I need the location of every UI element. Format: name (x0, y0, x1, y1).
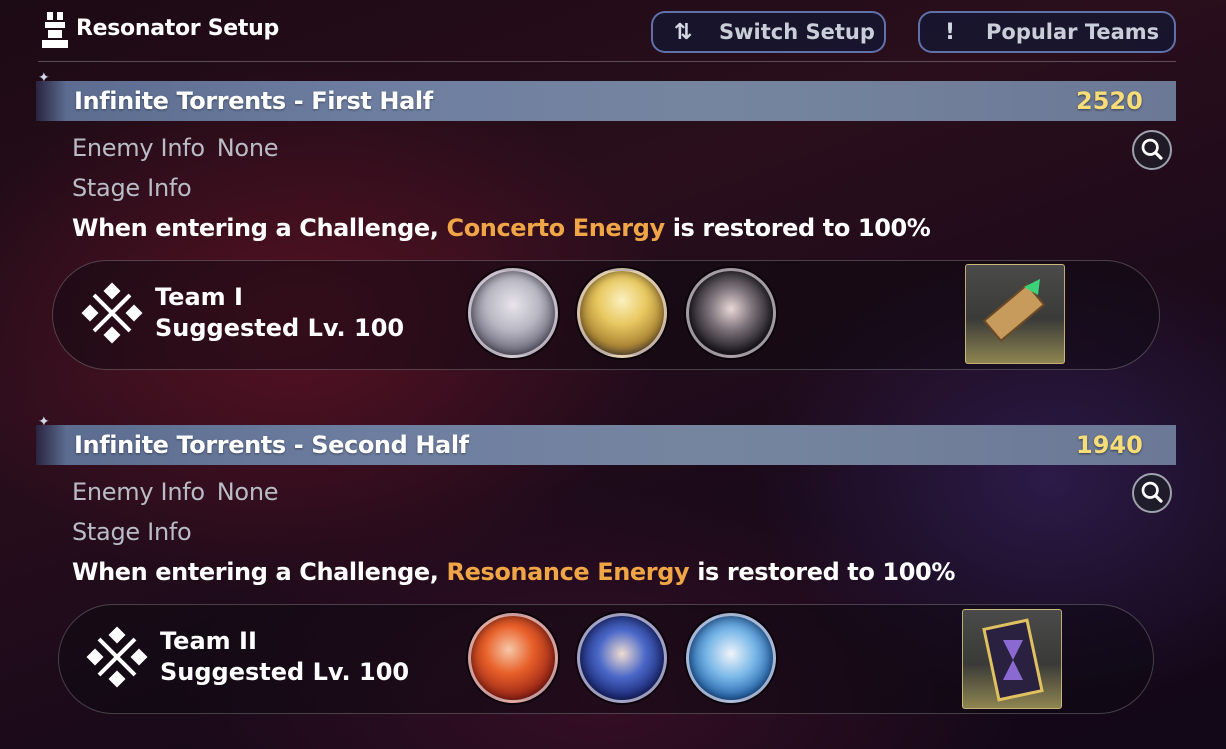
enemy-info-row: Enemy Info None (72, 134, 279, 162)
switch-setup-label: Switch Setup (719, 20, 875, 44)
character-avatar[interactable] (686, 268, 776, 358)
stage-bar-ornament (36, 81, 66, 121)
search-icon[interactable] (1132, 130, 1172, 170)
switch-icon: ⇅ (673, 19, 693, 45)
desc-suffix: is restored to 100% (672, 214, 931, 242)
stage-bar-ornament (36, 425, 66, 465)
team-name: Team I (155, 283, 243, 311)
search-icon[interactable] (1132, 473, 1172, 513)
stage-info-label: Stage Info (72, 518, 192, 546)
desc-prefix: When entering a Challenge, (72, 214, 439, 242)
exclamation-icon: ! (944, 19, 956, 45)
stage-info-label: Stage Info (72, 174, 192, 202)
character-avatar[interactable] (577, 613, 667, 703)
stage-description: When entering a Challenge, Resonance Ene… (72, 558, 955, 586)
desc-suffix: is restored to 100% (697, 558, 955, 586)
echo-icon[interactable] (965, 264, 1065, 364)
character-avatar[interactable] (686, 613, 776, 703)
enemy-info-label: Enemy Info (72, 478, 205, 506)
character-avatar[interactable] (577, 268, 667, 358)
stage-score: 1940 (1076, 431, 1143, 459)
stage-description: When entering a Challenge, Concerto Ener… (72, 214, 931, 242)
team-emblem-icon (86, 626, 148, 688)
stage-title: Infinite Torrents - First Half (74, 87, 433, 115)
popular-teams-label: Popular Teams (986, 20, 1160, 44)
header-divider (38, 61, 1176, 62)
team-level: Suggested Lv. 100 (160, 658, 410, 686)
switch-setup-button[interactable]: ⇅ Switch Setup (651, 11, 886, 53)
team-level: Suggested Lv. 100 (155, 314, 405, 342)
popular-teams-button[interactable]: ! Popular Teams (918, 11, 1176, 53)
team-name: Team II (160, 627, 257, 655)
page-title: Resonator Setup (76, 16, 279, 41)
stage-score: 2520 (1076, 87, 1143, 115)
desc-highlight: Concerto Energy (446, 214, 665, 242)
character-avatar[interactable] (468, 268, 558, 358)
echo-icon[interactable] (962, 609, 1062, 709)
resonator-icon (42, 12, 68, 48)
desc-highlight: Resonance Energy (446, 558, 690, 586)
enemy-info-row: Enemy Info None (72, 478, 279, 506)
enemy-info-value: None (216, 478, 279, 506)
character-avatar[interactable] (468, 613, 558, 703)
stage-title: Infinite Torrents - Second Half (74, 431, 469, 459)
enemy-info-value: None (216, 134, 279, 162)
enemy-info-label: Enemy Info (72, 134, 205, 162)
desc-prefix: When entering a Challenge, (72, 558, 439, 586)
team-emblem-icon (81, 282, 143, 344)
